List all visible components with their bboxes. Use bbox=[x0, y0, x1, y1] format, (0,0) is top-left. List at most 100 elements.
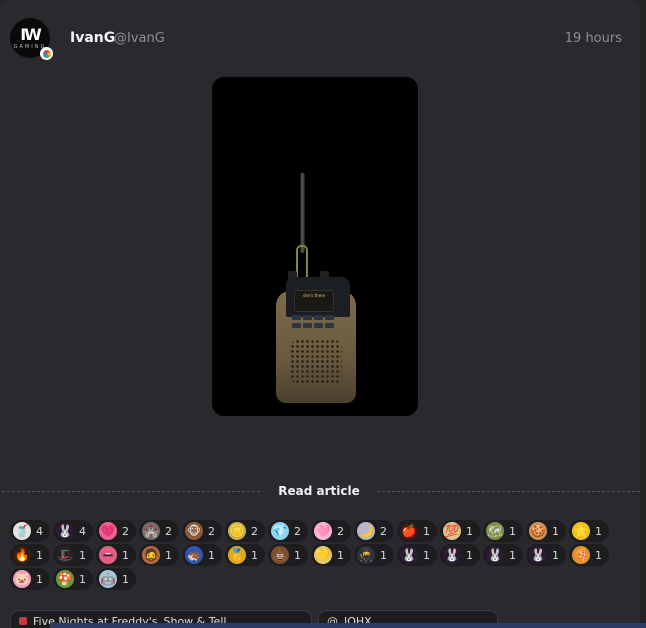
reaction-count: 2 bbox=[208, 524, 215, 538]
reaction-count: 2 bbox=[122, 524, 129, 538]
reaction-count: 1 bbox=[552, 524, 559, 538]
post-image[interactable]: she's there bbox=[212, 77, 418, 416]
radio-speaker bbox=[290, 339, 342, 385]
reaction-count: 1 bbox=[423, 548, 430, 562]
reaction-chip[interactable]: 💯 1 bbox=[440, 520, 480, 542]
reaction-list: 🥤 4 🐰 4 💗 2 🏰 2 🐵 2 🪙 2 💎 2 🩷 2 🌙 2 🍎 1 💯 1 🗺 1 🍪 1 ⭐ 1 🔥 1 🎩 1 👄 1 🧔 1 🦔 1 🥇 1… bbox=[10, 520, 630, 590]
avatar-logo: IW bbox=[20, 24, 42, 44]
reaction-count: 2 bbox=[165, 524, 172, 538]
radio-coil bbox=[296, 245, 308, 281]
gold-medal-icon: 🥇 bbox=[228, 546, 246, 564]
reaction-chip[interactable]: ⭐ 1 bbox=[569, 520, 609, 542]
radio-antenna bbox=[300, 173, 305, 253]
reaction-chip[interactable]: 🐰 1 bbox=[397, 544, 437, 566]
robot-icon: 🤖 bbox=[99, 570, 117, 588]
reaction-count: 1 bbox=[509, 548, 516, 562]
reaction-chip[interactable]: 🧔 1 bbox=[139, 544, 179, 566]
reaction-chip[interactable]: 💩 1 bbox=[268, 544, 308, 566]
reaction-count: 1 bbox=[122, 572, 129, 586]
reaction-chip[interactable]: 💎 2 bbox=[268, 520, 308, 542]
avatar[interactable]: IW GAMING bbox=[10, 18, 53, 60]
bunny-mask-icon: 🐰 bbox=[56, 522, 74, 540]
bunny-mask-icon: 🐰 bbox=[529, 546, 547, 564]
reaction-chip[interactable]: 🍎 1 bbox=[397, 520, 437, 542]
reaction-chip[interactable]: 💗 2 bbox=[96, 520, 136, 542]
reaction-count: 1 bbox=[595, 548, 602, 562]
reaction-count: 1 bbox=[294, 548, 301, 562]
reaction-count: 1 bbox=[79, 548, 86, 562]
reaction-count: 4 bbox=[79, 524, 86, 538]
post-card: IW GAMING IvanG @IvanG 19 hours she's th… bbox=[0, 0, 646, 628]
reaction-chip[interactable]: 🏰 2 bbox=[139, 520, 179, 542]
post-timestamp: 19 hours bbox=[564, 31, 622, 46]
hundred-icon: 💯 bbox=[443, 522, 461, 540]
verified-badge-icon bbox=[40, 47, 53, 60]
reaction-count: 1 bbox=[509, 524, 516, 538]
reaction-chip[interactable]: 🍕 1 bbox=[569, 544, 609, 566]
star-icon: ⭐ bbox=[572, 522, 590, 540]
reaction-chip[interactable]: 🐰 1 bbox=[526, 544, 566, 566]
castle-icon: 🏰 bbox=[142, 522, 160, 540]
reaction-count: 2 bbox=[294, 524, 301, 538]
reaction-chip[interactable]: 💛 1 bbox=[311, 544, 351, 566]
reaction-count: 1 bbox=[251, 548, 258, 562]
poop-icon: 💩 bbox=[271, 546, 289, 564]
reaction-chip[interactable]: 🐰 1 bbox=[440, 544, 480, 566]
reaction-chip[interactable]: 🍪 1 bbox=[526, 520, 566, 542]
reaction-chip[interactable]: 🎩 1 bbox=[53, 544, 93, 566]
reaction-count: 1 bbox=[122, 548, 129, 562]
sonic-icon: 🦔 bbox=[185, 546, 203, 564]
reaction-chip[interactable]: 🐷 1 bbox=[10, 568, 50, 590]
reaction-count: 1 bbox=[208, 548, 215, 562]
monkey-icon: 🐵 bbox=[185, 522, 203, 540]
bearded-face-icon: 🧔 bbox=[142, 546, 160, 564]
reaction-count: 1 bbox=[380, 548, 387, 562]
bunny-mask-icon: 🐰 bbox=[486, 546, 504, 564]
post-header: IW GAMING IvanG @IvanG 19 hours bbox=[10, 18, 622, 60]
moon-icon: 🌙 bbox=[357, 522, 375, 540]
pizza-icon: 🍕 bbox=[572, 546, 590, 564]
bunny-mask-icon: 🐰 bbox=[400, 546, 418, 564]
reaction-chip[interactable]: 🪙 2 bbox=[225, 520, 265, 542]
reaction-chip[interactable]: 🍄 1 bbox=[53, 568, 93, 590]
hood-icon: 🥷 bbox=[357, 546, 375, 564]
reaction-count: 1 bbox=[423, 524, 430, 538]
author-name[interactable]: IvanG bbox=[70, 30, 115, 46]
reaction-count: 4 bbox=[36, 524, 43, 538]
reaction-count: 1 bbox=[595, 524, 602, 538]
bunny-mask-icon: 🐰 bbox=[443, 546, 461, 564]
reaction-chip[interactable]: 🔥 1 bbox=[10, 544, 50, 566]
reaction-count: 2 bbox=[251, 524, 258, 538]
reaction-chip[interactable]: 🐰 4 bbox=[53, 520, 93, 542]
reaction-chip[interactable]: 🥷 1 bbox=[354, 544, 394, 566]
reaction-chip[interactable]: 🗺 1 bbox=[483, 520, 523, 542]
reaction-count: 1 bbox=[79, 572, 86, 586]
fire-icon: 🔥 bbox=[13, 546, 31, 564]
reaction-count: 1 bbox=[552, 548, 559, 562]
reaction-chip[interactable]: 🩷 2 bbox=[311, 520, 351, 542]
pink-heart-icon: 💗 bbox=[99, 522, 117, 540]
mushroom-icon: 🍄 bbox=[56, 570, 74, 588]
author-handle[interactable]: @IvanG bbox=[114, 31, 165, 46]
reaction-chip[interactable]: 🦔 1 bbox=[182, 544, 222, 566]
radio-screen-text: she's there bbox=[302, 293, 326, 298]
reaction-count: 1 bbox=[466, 548, 473, 562]
reaction-chip[interactable]: 🥇 1 bbox=[225, 544, 265, 566]
reaction-count: 2 bbox=[337, 524, 344, 538]
reaction-count: 1 bbox=[36, 572, 43, 586]
pig-icon: 🐷 bbox=[13, 570, 31, 588]
apple-icon: 🍎 bbox=[400, 522, 418, 540]
reaction-chip[interactable]: 🌙 2 bbox=[354, 520, 394, 542]
reaction-chip[interactable]: 🐵 2 bbox=[182, 520, 222, 542]
read-article-button[interactable]: Read article bbox=[262, 480, 376, 502]
reaction-chip[interactable]: 🥤 4 bbox=[10, 520, 50, 542]
diamond-icon: 💎 bbox=[271, 522, 289, 540]
reaction-chip[interactable]: 🐰 1 bbox=[483, 544, 523, 566]
reaction-count: 1 bbox=[165, 548, 172, 562]
reaction-chip[interactable]: 👄 1 bbox=[96, 544, 136, 566]
lips-icon: 👄 bbox=[99, 546, 117, 564]
reaction-chip[interactable]: 🤖 1 bbox=[96, 568, 136, 590]
heart-icon: 🩷 bbox=[314, 522, 332, 540]
scroll-indicator bbox=[50, 623, 646, 628]
reaction-count: 1 bbox=[36, 548, 43, 562]
